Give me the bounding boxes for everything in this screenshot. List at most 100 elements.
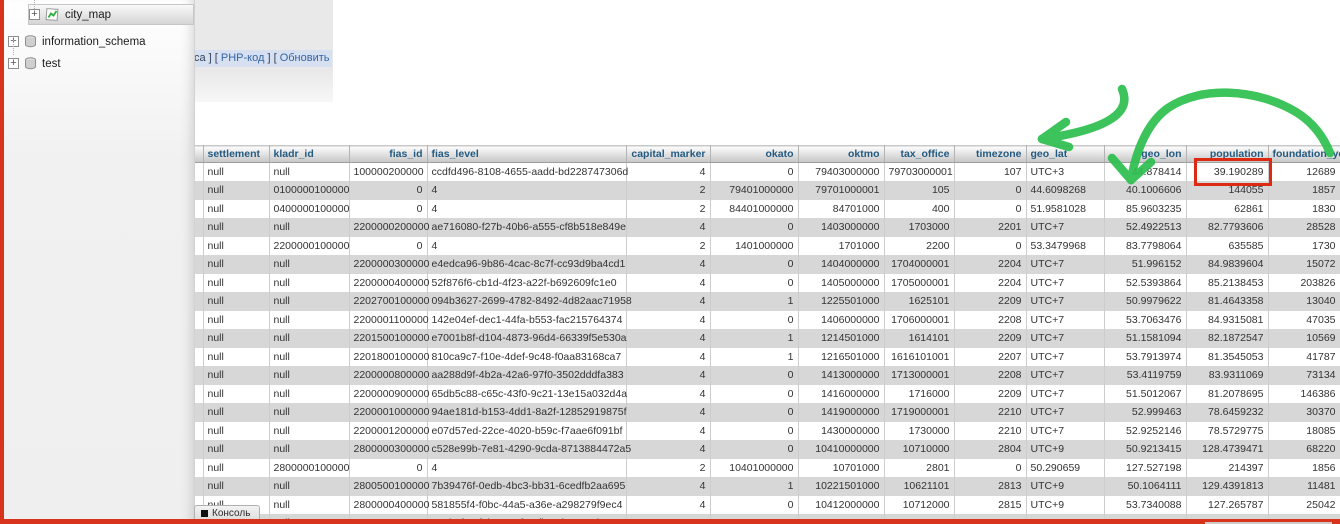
sidebar-item-city_map[interactable]: +city_map: [28, 4, 194, 25]
cell-geo_lon: 50.9979622: [1104, 292, 1186, 311]
console-tab[interactable]: Консоль: [194, 505, 260, 520]
cell-oktmo: 84701000: [798, 200, 884, 219]
sidebar-item-test[interactable]: +test: [8, 54, 194, 73]
cell-fias_id: 0: [349, 181, 427, 200]
row-spacer-cell: [195, 274, 203, 293]
cell-population: 127.265787: [1186, 496, 1268, 515]
cell-okato: 0: [710, 496, 798, 515]
table-row: nullnull2200001100000142e04ef-dec1-44fa-…: [195, 311, 1340, 330]
cell-fias_id: 0: [349, 459, 427, 478]
cell-timezone: 2815: [954, 496, 1026, 515]
cell-oktmo: 1406000000: [798, 311, 884, 330]
cell-foundation_year: 11481: [1268, 477, 1340, 496]
cell-settlement: null: [203, 237, 269, 256]
cell-fias_id: 2201500100000: [349, 329, 427, 348]
cell-tax_office: 1703000: [884, 218, 954, 237]
cell-capital_marker: 4: [626, 477, 710, 496]
cell-kladr_id: null: [269, 385, 349, 404]
cell-settlement: null: [203, 311, 269, 330]
cell-fias_id: 2200000400000: [349, 274, 427, 293]
table-row: null010000010000004279401000000797010000…: [195, 181, 1340, 200]
cell-okato: 0: [710, 163, 798, 182]
cell-geo_lat: UTC+7: [1026, 348, 1104, 367]
cell-settlement: null: [203, 329, 269, 348]
cell-fias_level: e4edca96-9b86-4cac-8c7f-cc93d9ba4cd1: [427, 255, 626, 274]
database-icon: [24, 35, 37, 48]
cell-timezone: 0: [954, 237, 1026, 256]
cell-kladr_id: null: [269, 218, 349, 237]
cell-okato: 0: [710, 385, 798, 404]
cell-okato: 10401000000: [710, 459, 798, 478]
row-spacer-cell: [195, 200, 203, 219]
cell-okato: 0: [710, 274, 798, 293]
row-spacer-cell: [195, 255, 203, 274]
cell-geo_lon: 50.9213415: [1104, 440, 1186, 459]
cell-foundation_year: 15072: [1268, 255, 1340, 274]
cell-geo_lon: 52.999463: [1104, 403, 1186, 422]
php-code-link[interactable]: PHP-код: [221, 52, 265, 64]
cell-oktmo: 79701000001: [798, 181, 884, 200]
cell-population: 81.2078695: [1186, 385, 1268, 404]
cell-fias_level: 581855f4-f0bc-44a5-a36e-a298279f9ec4: [427, 496, 626, 515]
cell-okato: 0: [710, 366, 798, 385]
column-header-geo_lon[interactable]: geo_lon: [1104, 146, 1186, 163]
column-header-settlement[interactable]: settlement: [203, 146, 269, 163]
cell-foundation_year: 1856: [1268, 459, 1340, 478]
cell-settlement: null: [203, 163, 269, 182]
cell-tax_office: 1625101: [884, 292, 954, 311]
column-header-capital_marker[interactable]: capital_marker: [626, 146, 710, 163]
cell-timezone: 0: [954, 181, 1026, 200]
cell-fias_level: 7b39476f-0edb-4bc3-bb31-6cedfb2aa695: [427, 477, 626, 496]
table-row: nullnull2200000300000e4edca96-9b86-4cac-…: [195, 255, 1340, 274]
cell-oktmo: 10410000000: [798, 440, 884, 459]
cell-geo_lon: 53.7063476: [1104, 311, 1186, 330]
column-header-fias_level[interactable]: fias_level: [427, 146, 626, 163]
cell-geo_lat: 50.290659: [1026, 459, 1104, 478]
cell-population: 85.2138453: [1186, 274, 1268, 293]
query-links-strip: са ] [ PHP-код ] [ Обновить ]: [194, 50, 332, 67]
cell-geo_lon: 53.7913974: [1104, 348, 1186, 367]
cell-geo_lon: 53.4119759: [1104, 366, 1186, 385]
cell-foundation_year: 41787: [1268, 348, 1340, 367]
cell-tax_office: 10712000: [884, 496, 954, 515]
table-chart-icon: [45, 8, 60, 22]
cell-foundation_year: 13040: [1268, 292, 1340, 311]
cell-kladr_id: 2200000100000: [269, 237, 349, 256]
cell-settlement: null: [203, 403, 269, 422]
cell-kladr_id: null: [269, 477, 349, 496]
cell-timezone: 2210: [954, 403, 1026, 422]
cell-geo_lon: 52.9252146: [1104, 422, 1186, 441]
cell-capital_marker: 4: [626, 292, 710, 311]
cell-oktmo: 1413000000: [798, 366, 884, 385]
cell-foundation_year: 146386: [1268, 385, 1340, 404]
tree-connector-line: [34, 0, 35, 9]
cell-tax_office: 10621101: [884, 477, 954, 496]
cell-kladr_id: null: [269, 440, 349, 459]
row-spacer-cell: [195, 403, 203, 422]
column-header-okato[interactable]: okato: [710, 146, 798, 163]
header-spacer-cell: [195, 146, 203, 163]
query-links-closing: ]: [330, 52, 332, 64]
cell-geo_lat: UTC+7: [1026, 218, 1104, 237]
column-header-oktmo[interactable]: oktmo: [798, 146, 884, 163]
cell-population: 84.9315081: [1186, 311, 1268, 330]
column-header-fias_id[interactable]: fias_id: [349, 146, 427, 163]
expand-plus-icon[interactable]: +: [29, 9, 40, 20]
expand-plus-icon[interactable]: +: [8, 58, 19, 69]
column-header-foundation_year[interactable]: foundation_year: [1268, 146, 1340, 163]
cell-capital_marker: 4: [626, 496, 710, 515]
column-header-timezone[interactable]: timezone: [954, 146, 1026, 163]
table-row: nullnull2201800100000810ca9c7-f10e-4def-…: [195, 348, 1340, 367]
sidebar-item-information_schema[interactable]: +information_schema: [8, 32, 194, 51]
row-spacer-cell: [195, 440, 203, 459]
column-header-kladr_id[interactable]: kladr_id: [269, 146, 349, 163]
cell-fias_level: 52f876f6-cb1d-4f23-a22f-b692609fc1e0: [427, 274, 626, 293]
column-header-geo_lat[interactable]: geo_lat: [1026, 146, 1104, 163]
row-spacer-cell: [195, 329, 203, 348]
row-spacer-cell: [195, 422, 203, 441]
cell-fias_id: 2800000400000: [349, 496, 427, 515]
cell-foundation_year: 10569: [1268, 329, 1340, 348]
refresh-link[interactable]: Обновить: [280, 52, 330, 64]
cell-capital_marker: 2: [626, 459, 710, 478]
column-header-tax_office[interactable]: tax_office: [884, 146, 954, 163]
